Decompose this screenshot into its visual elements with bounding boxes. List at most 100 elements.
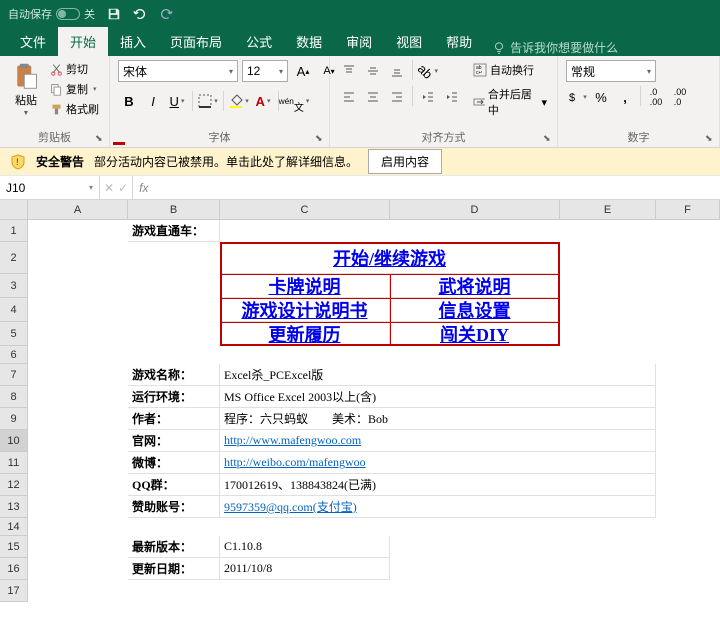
cell-B7[interactable]: 游戏名称： xyxy=(128,364,220,386)
cell-C3[interactable]: 卡牌说明 xyxy=(220,274,390,298)
dialog-launcher-icon[interactable]: ⬊ xyxy=(543,133,555,145)
name-box[interactable]: J10▾ xyxy=(0,176,100,199)
redo-icon[interactable] xyxy=(159,7,173,21)
grow-font-button[interactable]: A▴ xyxy=(292,60,314,82)
cell-B10[interactable]: 官网： xyxy=(128,430,220,452)
row-header[interactable]: 12 xyxy=(0,474,28,496)
cell-B8[interactable]: 运行环境： xyxy=(128,386,220,408)
row-header[interactable]: 8 xyxy=(0,386,28,408)
col-header[interactable]: E xyxy=(560,200,656,220)
cell-C7[interactable]: Excel杀_PCExcel版 xyxy=(220,364,656,386)
select-all-corner[interactable] xyxy=(0,200,28,220)
row-header[interactable]: 11 xyxy=(0,452,28,474)
cell-B9[interactable]: 作者： xyxy=(128,408,220,430)
align-middle-button[interactable] xyxy=(362,60,384,82)
tell-me[interactable]: 告诉我你想要做什么 xyxy=(492,39,618,56)
row-header[interactable]: 2 xyxy=(0,242,28,274)
row-header[interactable]: 10 xyxy=(0,430,28,452)
dialog-launcher-icon[interactable]: ⬊ xyxy=(705,133,717,145)
comma-button[interactable]: , xyxy=(614,86,636,108)
font-name-combo[interactable]: 宋体▾ xyxy=(118,60,238,82)
bold-button[interactable]: B xyxy=(118,90,140,112)
format-painter-button[interactable]: 格式刷 xyxy=(48,100,101,118)
cell-C10[interactable]: http://www.mafengwoo.com xyxy=(220,430,656,452)
col-header[interactable]: C xyxy=(220,200,390,220)
percent-button[interactable]: % xyxy=(590,86,612,108)
wrap-text-button[interactable]: abc↵自动换行 xyxy=(471,60,549,80)
cell-C4[interactable]: 游戏设计说明书 xyxy=(220,298,390,322)
tab-view[interactable]: 视图 xyxy=(384,27,434,56)
cell-C13[interactable]: 9597359@qq.com(支付宝) xyxy=(220,496,656,518)
phonetic-button[interactable]: wén文▾ xyxy=(283,90,305,112)
align-right-button[interactable] xyxy=(386,86,408,108)
border-button[interactable]: ▾ xyxy=(197,90,219,112)
cell-C11[interactable]: http://weibo.com/mafengwoo xyxy=(220,452,656,474)
row-header[interactable]: 7 xyxy=(0,364,28,386)
merge-center-button[interactable]: 合并后居中▾ xyxy=(471,84,549,120)
tab-insert[interactable]: 插入 xyxy=(108,27,158,56)
col-header[interactable]: F xyxy=(656,200,720,220)
indent-increase-button[interactable] xyxy=(441,86,463,108)
tab-file[interactable]: 文件 xyxy=(8,27,58,56)
cell-B13[interactable]: 赞助账号： xyxy=(128,496,220,518)
paste-button[interactable]: 粘贴 ▼ xyxy=(8,60,44,119)
cell-C16[interactable]: 2011/10/8 xyxy=(220,558,390,580)
cell-B15[interactable]: 最新版本： xyxy=(128,536,220,558)
row-header[interactable]: 13 xyxy=(0,496,28,518)
fill-color-button[interactable]: ▾ xyxy=(228,90,250,112)
col-header[interactable]: A xyxy=(28,200,128,220)
number-format-combo[interactable]: 常规▾ xyxy=(566,60,656,82)
align-bottom-button[interactable] xyxy=(386,60,408,82)
tab-layout[interactable]: 页面布局 xyxy=(158,27,234,56)
accounting-button[interactable]: $▾ xyxy=(566,86,588,108)
tab-home[interactable]: 开始 xyxy=(58,27,108,56)
row-header[interactable]: 15 xyxy=(0,536,28,558)
row-header[interactable]: 6 xyxy=(0,346,28,364)
enable-content-button[interactable]: 启用内容 xyxy=(368,149,442,174)
fx-icon[interactable]: fx xyxy=(133,181,154,195)
tab-review[interactable]: 审阅 xyxy=(334,27,384,56)
tab-data[interactable]: 数据 xyxy=(284,27,334,56)
increase-decimal-button[interactable]: .0.00 xyxy=(645,86,667,108)
dialog-launcher-icon[interactable]: ⬊ xyxy=(315,133,327,145)
indent-decrease-button[interactable] xyxy=(417,86,439,108)
dialog-launcher-icon[interactable]: ⬊ xyxy=(95,133,107,145)
security-msg[interactable]: 部分活动内容已被禁用。单击此处了解详细信息。 xyxy=(94,153,358,170)
cell-C8[interactable]: MS Office Excel 2003以上(含) xyxy=(220,386,656,408)
cell-B12[interactable]: QQ群： xyxy=(128,474,220,496)
align-top-button[interactable] xyxy=(338,60,360,82)
cell-D5[interactable]: 闯关DIY xyxy=(390,322,560,346)
save-icon[interactable] xyxy=(107,7,121,21)
row-header[interactable]: 3 xyxy=(0,274,28,298)
copy-button[interactable]: 复制▾ xyxy=(48,80,101,98)
underline-button[interactable]: U▾ xyxy=(166,90,188,112)
italic-button[interactable]: I xyxy=(142,90,164,112)
cell-D3[interactable]: 武将说明 xyxy=(390,274,560,298)
cell-C15[interactable]: C1.10.8 xyxy=(220,536,390,558)
cell-C9[interactable]: 程序：六只蚂蚁 美术：Bob xyxy=(220,408,656,430)
col-header[interactable]: D xyxy=(390,200,560,220)
font-color-button[interactable]: A▾ xyxy=(252,90,274,112)
tab-help[interactable]: 帮助 xyxy=(434,27,484,56)
cell-B1[interactable]: 游戏直通车： xyxy=(128,220,220,242)
undo-icon[interactable] xyxy=(133,7,147,21)
row-header[interactable]: 14 xyxy=(0,518,28,536)
cut-button[interactable]: 剪切 xyxy=(48,60,101,78)
align-left-button[interactable] xyxy=(338,86,360,108)
row-header[interactable]: 16 xyxy=(0,558,28,580)
decrease-decimal-button[interactable]: .00.0 xyxy=(669,86,691,108)
row-header[interactable]: 17 xyxy=(0,580,28,602)
tab-formulas[interactable]: 公式 xyxy=(234,27,284,56)
cell-B11[interactable]: 微博： xyxy=(128,452,220,474)
cell-D4[interactable]: 信息设置 xyxy=(390,298,560,322)
cell-B16[interactable]: 更新日期： xyxy=(128,558,220,580)
font-size-combo[interactable]: 12▾ xyxy=(242,60,288,82)
orientation-button[interactable]: ab▾ xyxy=(417,60,439,82)
row-header[interactable]: 9 xyxy=(0,408,28,430)
align-center-button[interactable] xyxy=(362,86,384,108)
cell-C2[interactable]: 开始/继续游戏 xyxy=(220,242,560,274)
cell-C5[interactable]: 更新履历 xyxy=(220,322,390,346)
row-header[interactable]: 5 xyxy=(0,322,28,346)
cell-C12[interactable]: 170012619、138843824(已满) xyxy=(220,474,656,496)
col-header[interactable]: B xyxy=(128,200,220,220)
